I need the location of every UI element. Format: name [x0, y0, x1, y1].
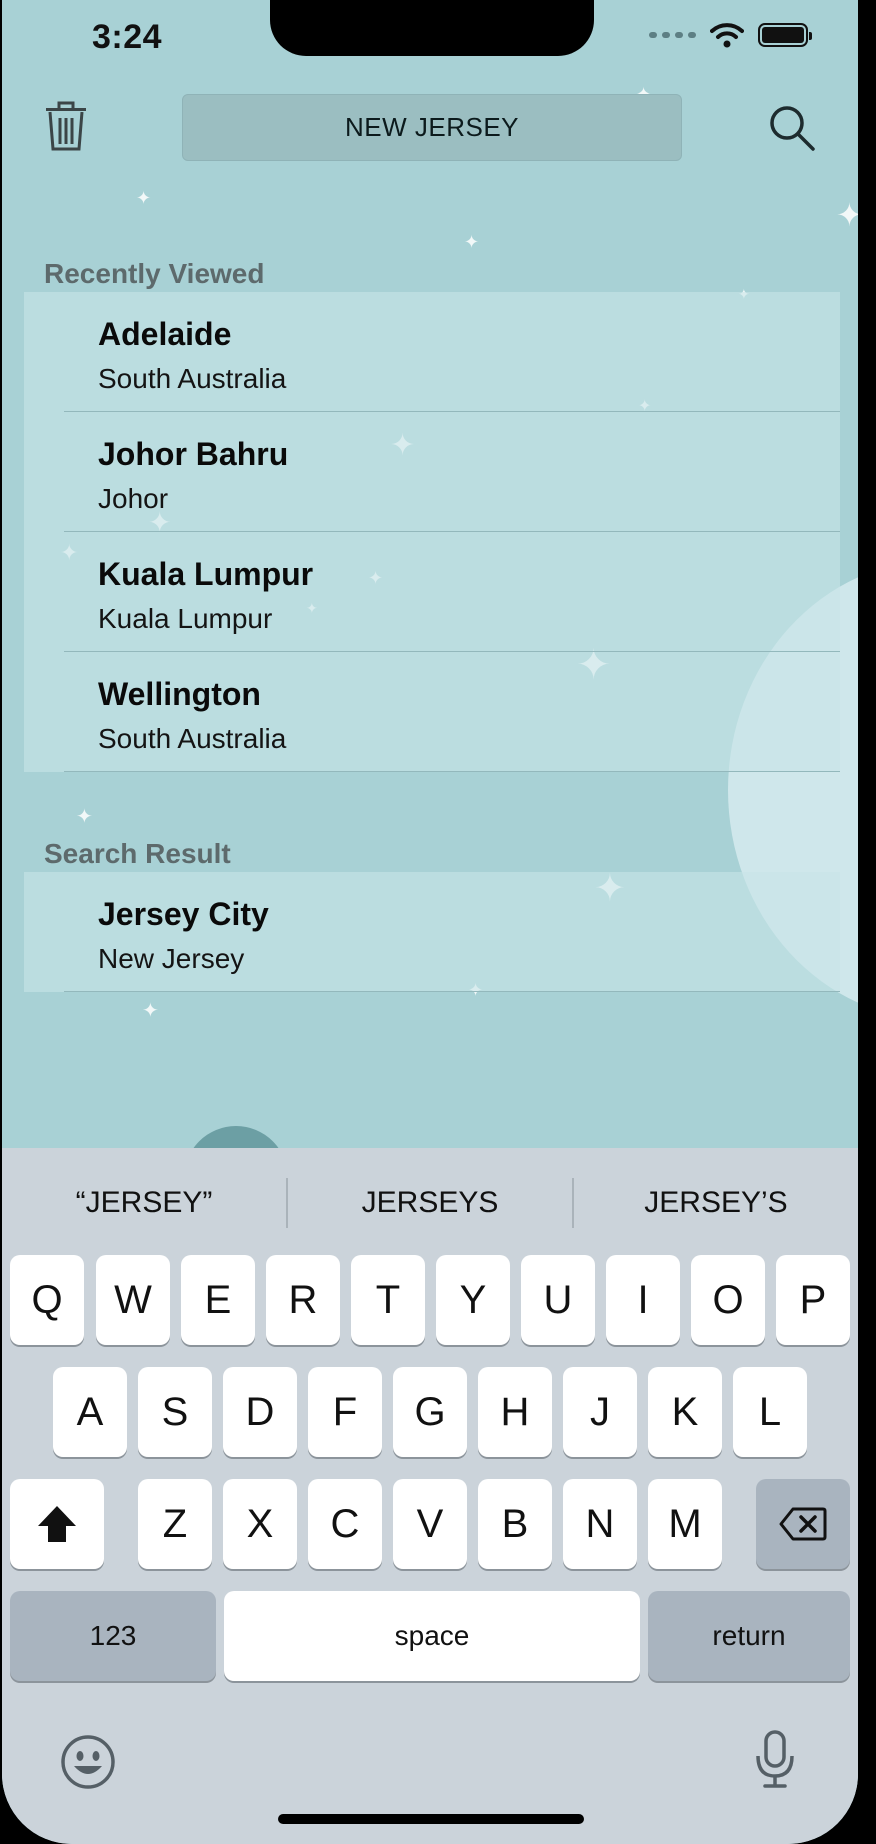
suggestion-item[interactable]: JERSEYS	[288, 1174, 572, 1232]
key-z[interactable]: Z	[138, 1479, 212, 1569]
region-name: Kuala Lumpur	[98, 603, 273, 634]
key-h[interactable]: H	[478, 1367, 552, 1457]
search-icon	[770, 106, 815, 151]
home-indicator[interactable]	[278, 1814, 584, 1824]
status-icons	[649, 22, 812, 48]
region-name: New Jersey	[98, 943, 245, 974]
sparkle-icon: ✦	[76, 806, 93, 828]
suggestion-bar: “JERSEY” JERSEYS JERSEY’S	[2, 1174, 858, 1232]
space-key[interactable]: space	[224, 1591, 640, 1681]
key-u[interactable]: U	[521, 1255, 595, 1345]
emoji-icon	[61, 1735, 115, 1789]
status-time: 3:24	[92, 18, 163, 56]
key-j[interactable]: J	[563, 1367, 637, 1457]
notch	[270, 0, 594, 56]
mic-button[interactable]	[754, 1730, 796, 1790]
return-key[interactable]: return	[648, 1591, 850, 1681]
key-o[interactable]: O	[691, 1255, 765, 1345]
recently-viewed-header: Recently Viewed	[44, 258, 265, 289]
key-b[interactable]: B	[478, 1479, 552, 1569]
key-l[interactable]: L	[733, 1367, 807, 1457]
key-r[interactable]: R	[266, 1255, 340, 1345]
list-item[interactable]: Johor Bahru Johor	[24, 412, 840, 532]
app-screen: ✦ ✦ ✦ ✦ ✦ ✦ ✦ ✦ ✦ ✦ ✦ ✦ ✦ ✦ ✦ ✦ 3:24	[2, 0, 858, 1844]
key-s[interactable]: S	[138, 1367, 212, 1457]
key-c[interactable]: C	[308, 1479, 382, 1569]
delete-key[interactable]	[756, 1479, 850, 1569]
keyboard: “JERSEY” JERSEYS JERSEY’S Q W E R T Y U …	[2, 1148, 858, 1844]
city-name: Wellington	[98, 676, 261, 712]
region-name: South Australia	[98, 363, 287, 394]
sparkle-icon: ✦	[136, 188, 152, 208]
phone-frame: ✦ ✦ ✦ ✦ ✦ ✦ ✦ ✦ ✦ ✦ ✦ ✦ ✦ ✦ ✦ ✦ 3:24	[0, 0, 876, 1844]
key-v[interactable]: V	[393, 1479, 467, 1569]
search-button[interactable]	[768, 104, 816, 152]
trash-icon	[46, 101, 86, 151]
key-t[interactable]: T	[351, 1255, 425, 1345]
key-a[interactable]: A	[53, 1367, 127, 1457]
wifi-icon	[710, 23, 744, 48]
sparkle-icon: ✦	[836, 197, 858, 233]
list-item[interactable]: Jersey City New Jersey	[24, 872, 840, 992]
sparkle-icon: ✦	[464, 232, 480, 252]
region-name: Johor	[98, 483, 169, 514]
key-k[interactable]: K	[648, 1367, 722, 1457]
key-w[interactable]: W	[96, 1255, 170, 1345]
suggestion-item[interactable]: JERSEY’S	[574, 1174, 858, 1232]
emoji-button[interactable]	[60, 1734, 116, 1790]
recently-viewed-list: Adelaide South Australia Johor Bahru Joh…	[24, 292, 840, 772]
numbers-key[interactable]: 123	[10, 1591, 216, 1681]
city-name: Jersey City	[98, 896, 269, 932]
region-name: South Australia	[98, 723, 287, 754]
trash-button[interactable]	[44, 100, 88, 152]
list-item[interactable]: Adelaide South Australia	[24, 292, 840, 412]
key-q[interactable]: Q	[10, 1255, 84, 1345]
sparkle-icon: ✦	[142, 1000, 159, 1022]
search-input[interactable]: NEW JERSEY	[182, 94, 682, 161]
city-name: Adelaide	[98, 316, 232, 352]
shift-icon	[38, 1506, 76, 1542]
key-i[interactable]: I	[606, 1255, 680, 1345]
key-m[interactable]: M	[648, 1479, 722, 1569]
key-y[interactable]: Y	[436, 1255, 510, 1345]
suggestion-item[interactable]: “JERSEY”	[2, 1174, 286, 1232]
list-item[interactable]: Wellington South Australia	[24, 652, 840, 772]
delete-icon	[779, 1507, 827, 1541]
key-g[interactable]: G	[393, 1367, 467, 1457]
key-e[interactable]: E	[181, 1255, 255, 1345]
search-result-header: Search Result	[44, 838, 231, 869]
key-f[interactable]: F	[308, 1367, 382, 1457]
list-item[interactable]: Kuala Lumpur Kuala Lumpur	[24, 532, 840, 652]
mic-icon	[756, 1730, 794, 1788]
key-n[interactable]: N	[563, 1479, 637, 1569]
key-p[interactable]: P	[776, 1255, 850, 1345]
search-result-list: Jersey City New Jersey	[24, 872, 840, 992]
key-x[interactable]: X	[223, 1479, 297, 1569]
city-name: Johor Bahru	[98, 436, 289, 472]
city-name: Kuala Lumpur	[98, 556, 314, 592]
cellular-signal-icon	[649, 32, 696, 38]
shift-key[interactable]	[10, 1479, 104, 1569]
battery-icon	[758, 23, 812, 47]
key-d[interactable]: D	[223, 1367, 297, 1457]
